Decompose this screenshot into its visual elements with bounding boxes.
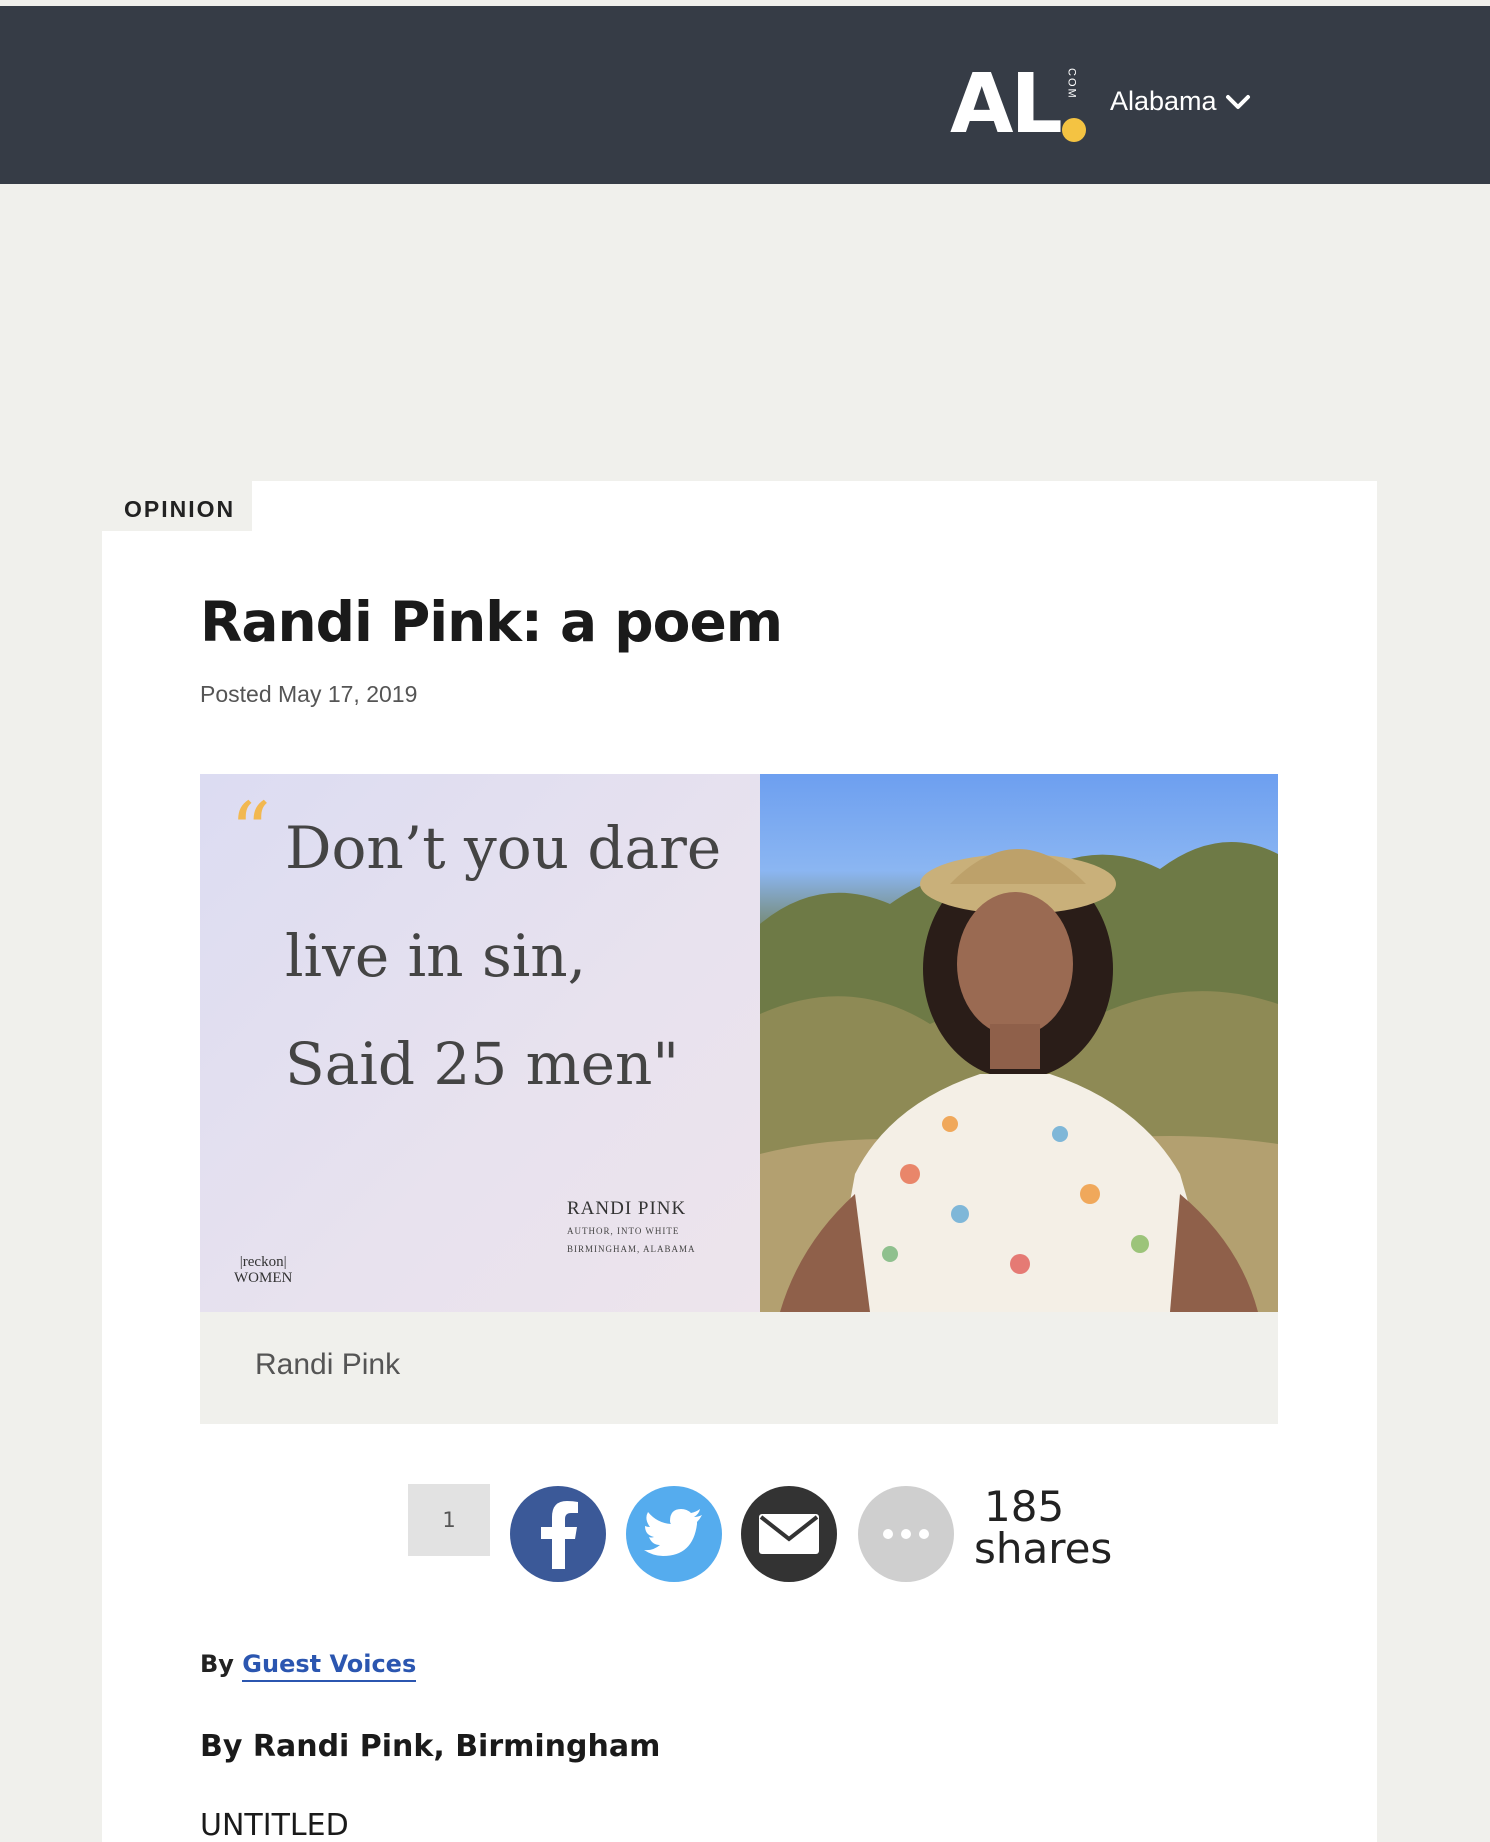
region-selector[interactable]: Alabama bbox=[1110, 86, 1251, 117]
logo-com-text: COM bbox=[1065, 68, 1078, 100]
region-label: Alabama bbox=[1110, 86, 1217, 116]
quote-line: Said 25 men" bbox=[285, 1030, 680, 1098]
article-title: Randi Pink: a poem bbox=[200, 590, 783, 654]
portrait-illustration bbox=[760, 842, 1278, 1312]
quote-graphic[interactable]: “ Don’t you dare live in sin, Said 25 me… bbox=[200, 774, 760, 1312]
email-icon bbox=[759, 1514, 819, 1554]
reckon-women-logo: |reckon| WOMEN bbox=[234, 1254, 293, 1286]
site-header: AL COM Alabama bbox=[0, 6, 1490, 184]
twitter-share-button[interactable] bbox=[626, 1486, 722, 1582]
logo-text: AL bbox=[950, 57, 1063, 152]
facebook-icon bbox=[541, 1501, 578, 1569]
section-tag-wrap: OPINION bbox=[102, 481, 252, 531]
author-line: By Randi Pink, Birmingham bbox=[200, 1729, 661, 1764]
graphic-author-name: RANDI PINK bbox=[567, 1198, 687, 1219]
graphic-author-location: BIRMINGHAM, ALABAMA bbox=[567, 1244, 696, 1254]
shares-label: shares bbox=[974, 1524, 1113, 1573]
comment-count-box[interactable]: 1 bbox=[408, 1484, 490, 1556]
facebook-share-button[interactable] bbox=[510, 1486, 606, 1582]
logo-dot-icon bbox=[1061, 118, 1086, 142]
posted-date: Posted May 17, 2019 bbox=[200, 681, 418, 707]
more-icon bbox=[883, 1529, 929, 1539]
byline-prefix: By bbox=[200, 1650, 234, 1678]
poem-heading: UNTITLED bbox=[200, 1808, 349, 1842]
quote-line: Don’t you dare bbox=[285, 814, 722, 882]
quote-mark-icon: “ bbox=[230, 785, 271, 878]
twitter-icon bbox=[644, 1509, 702, 1556]
byline-author-link[interactable]: Guest Voices bbox=[242, 1650, 417, 1682]
article-figure: “ Don’t you dare live in sin, Said 25 me… bbox=[200, 774, 1278, 1424]
chevron-down-icon bbox=[1225, 94, 1250, 109]
portrait-photo[interactable] bbox=[760, 774, 1278, 1312]
section-tag[interactable]: OPINION bbox=[124, 496, 235, 523]
graphic-author-role: AUTHOR, INTO WHITE bbox=[567, 1226, 680, 1236]
more-share-button[interactable] bbox=[858, 1486, 954, 1582]
image-caption: Randi Pink bbox=[255, 1348, 401, 1381]
quote-line: live in sin, bbox=[285, 922, 587, 990]
al-com-logo[interactable]: AL COM bbox=[950, 64, 1086, 146]
share-bar: 1 185 shares bbox=[0, 1482, 1490, 1584]
email-share-button[interactable] bbox=[741, 1486, 837, 1582]
byline: By Guest Voices bbox=[200, 1650, 417, 1682]
